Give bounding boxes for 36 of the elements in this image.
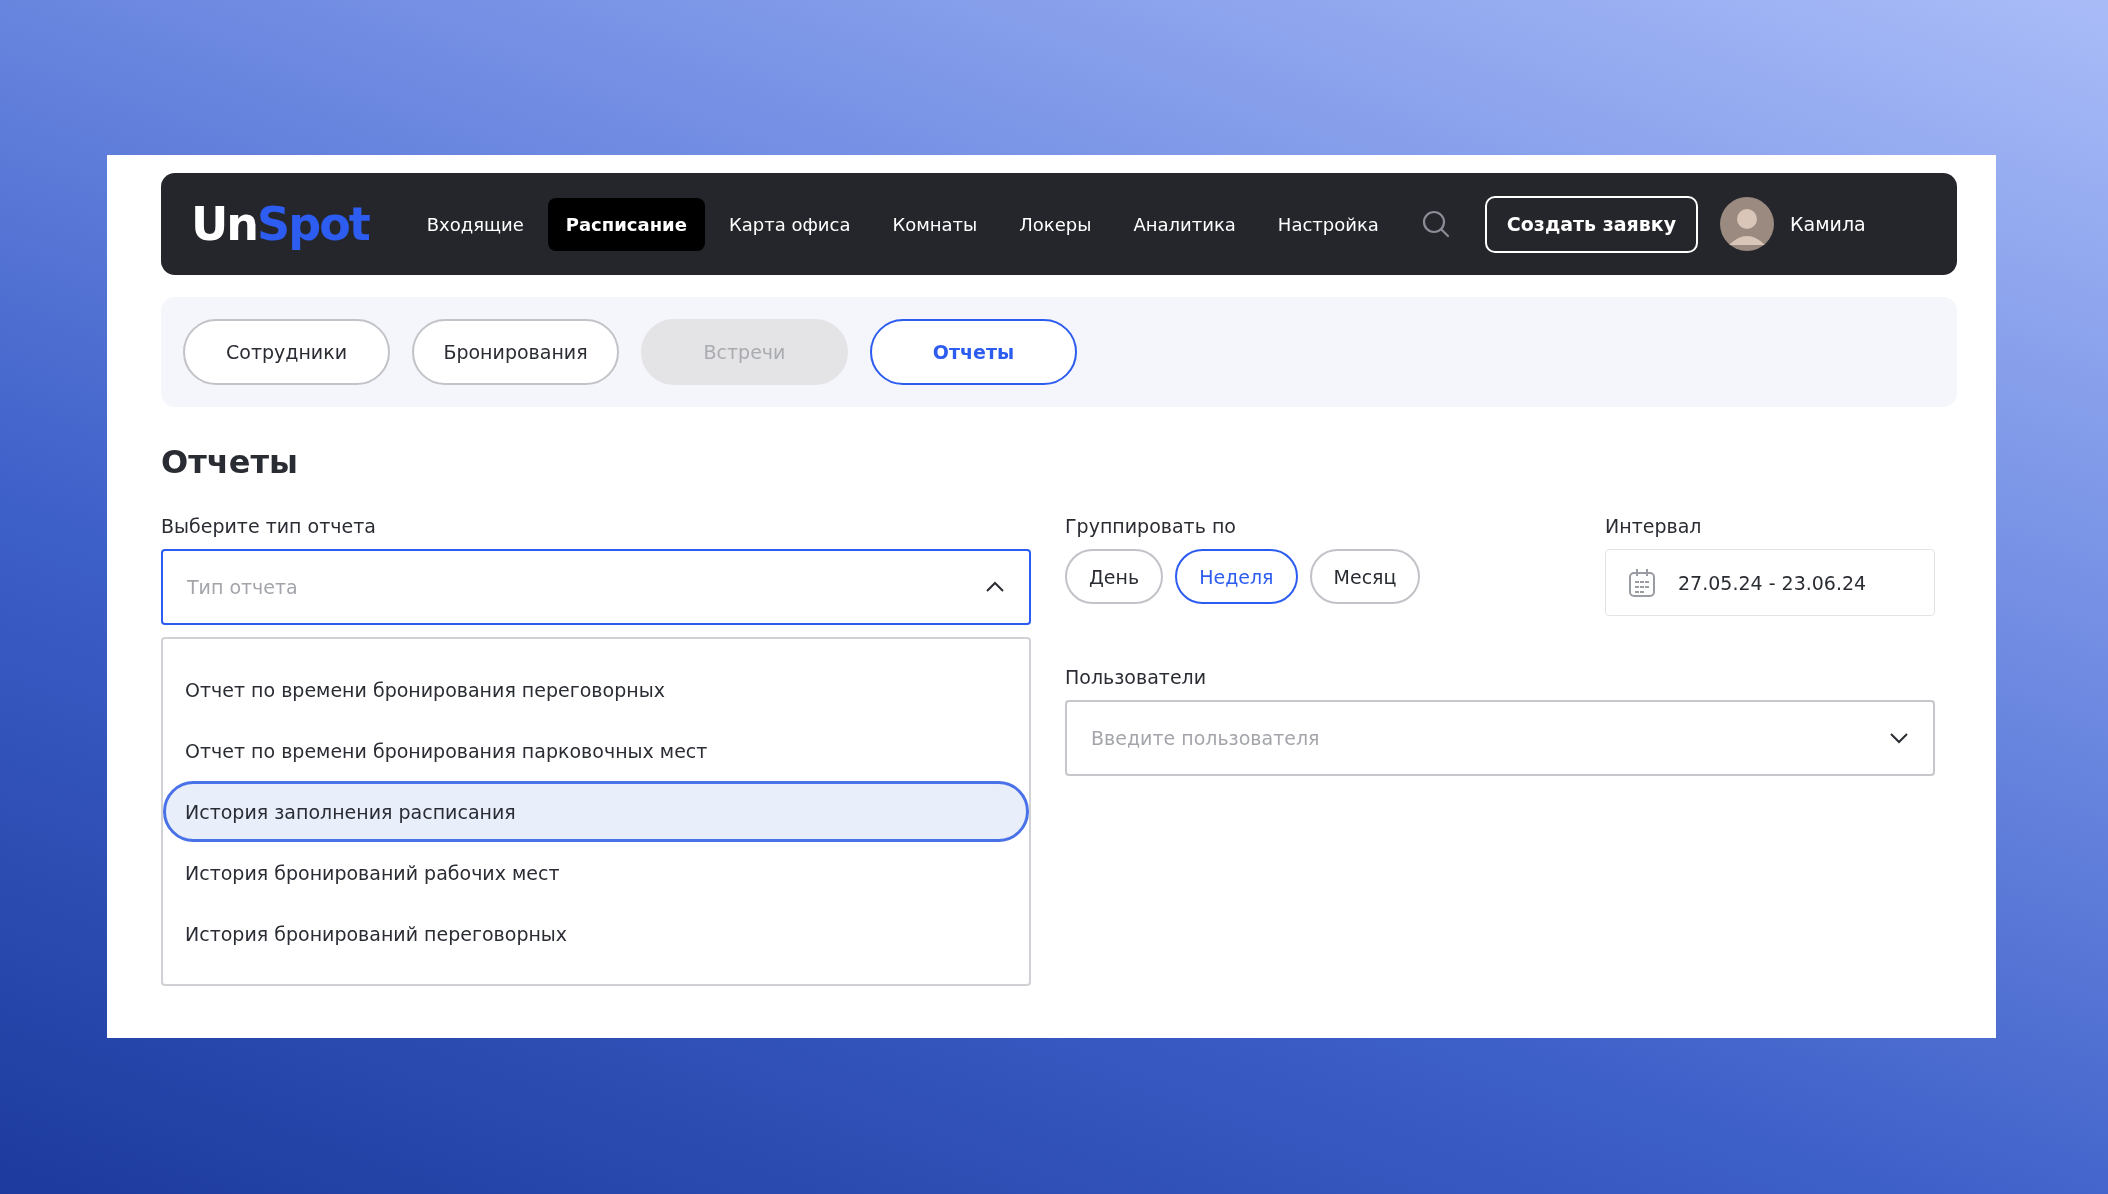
dropdown-option[interactable]: Отчет по времени бронирования парковочных мест xyxy=(163,720,1029,781)
logo: UnSpot xyxy=(191,197,369,251)
report-type-input[interactable]: Тип отчета xyxy=(185,575,985,599)
user-input[interactable]: Введите пользователя xyxy=(1089,726,1889,750)
search-icon[interactable] xyxy=(1420,209,1451,239)
nav-item[interactable]: Карта офиса xyxy=(710,197,869,251)
report-type-select[interactable]: Тип отчета xyxy=(161,549,1031,625)
field-label: Пользователи xyxy=(1065,666,1208,688)
subtab[interactable]: Отчеты xyxy=(870,319,1077,385)
field-label: Выберите тип отчета xyxy=(161,515,377,537)
date-range-field[interactable]: 27.05.24 - 23.06.24 xyxy=(1605,549,1935,616)
nav-item[interactable]: Расписание xyxy=(547,197,705,251)
nav-item[interactable]: Локеры xyxy=(1001,197,1110,251)
users-select[interactable]: Введите пользователя xyxy=(1065,700,1935,776)
dropdown-option[interactable]: История бронирований рабочих мест xyxy=(163,842,1029,903)
nav-item[interactable]: Настройка xyxy=(1259,197,1397,251)
dropdown-option[interactable]: Отчет по времени бронирования переговорных xyxy=(163,659,1029,720)
field-label: Группировать по xyxy=(1065,515,1237,537)
avatar-icon[interactable] xyxy=(1720,197,1775,251)
field-label: Интервал xyxy=(1605,515,1703,537)
subtab[interactable]: Сотрудники xyxy=(183,319,390,385)
create-request-button[interactable]: Создать заявку xyxy=(1484,195,1699,253)
dropdown-option[interactable]: История бронирований переговорных xyxy=(163,903,1029,964)
nav-item[interactable]: Входящие xyxy=(408,197,542,251)
period-toggle[interactable]: Месяц xyxy=(1309,549,1421,604)
period-toggle[interactable]: Неделя xyxy=(1175,549,1298,604)
nav-item[interactable]: Комнаты xyxy=(874,197,996,251)
nav-item[interactable]: Аналитика xyxy=(1115,197,1254,251)
page-title: Отчеты xyxy=(161,443,299,481)
chevron-icon xyxy=(1889,732,1909,744)
calendar-icon xyxy=(1628,567,1656,598)
chevron-icon xyxy=(985,581,1005,593)
user-name: Камила xyxy=(1790,213,1866,235)
dropdown-option[interactable]: История заполнения расписания xyxy=(163,781,1029,842)
subtab[interactable]: Бронирования xyxy=(412,319,619,385)
period-toggle[interactable]: День xyxy=(1065,549,1164,604)
